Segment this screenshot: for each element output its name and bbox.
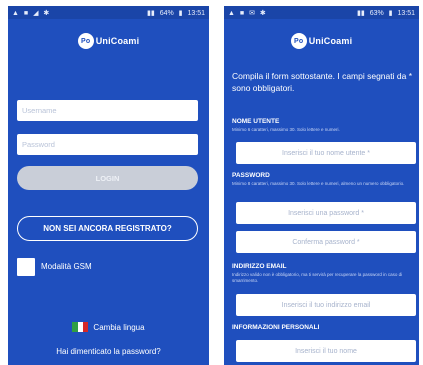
gsm-label: Modalità GSM bbox=[41, 262, 92, 271]
sim-icon: ◢ bbox=[33, 9, 39, 17]
bluetooth-icon: ✱ bbox=[43, 9, 50, 17]
bluetooth-icon: ✱ bbox=[259, 9, 266, 17]
reg-username-input[interactable]: Inserisci il tuo nome utente * bbox=[236, 142, 416, 164]
language-label: Cambia lingua bbox=[93, 322, 145, 332]
app-logo: Po UniCoami bbox=[224, 33, 419, 49]
status-bar: ▲ ■ ◢ ✱ ▮▮ 64% ▮ 13:51 bbox=[8, 6, 209, 19]
reg-password-input[interactable]: Inserisci una password * bbox=[236, 202, 416, 224]
signal-icon: ▮▮ bbox=[147, 9, 155, 17]
italian-flag-icon bbox=[72, 322, 89, 332]
login-screen: ▲ ■ ◢ ✱ ▮▮ 64% ▮ 13:51 Po UniCoami Usern… bbox=[8, 6, 209, 365]
notification-icon: ▲ bbox=[12, 9, 19, 17]
clock: 13:51 bbox=[397, 9, 415, 17]
logo-badge-icon: Po bbox=[290, 33, 307, 49]
username-input[interactable]: Username bbox=[17, 100, 198, 121]
signal-icon: ▮▮ bbox=[357, 9, 365, 17]
password-section-note: Minimo 8 caratteri, massimo 30. Solo let… bbox=[232, 181, 405, 186]
change-language-link[interactable]: Cambia lingua bbox=[8, 322, 209, 332]
reg-name-input[interactable]: Inserisci il tuo nome bbox=[236, 340, 416, 362]
username-section-title: NOME UTENTE bbox=[232, 118, 280, 125]
reg-confirm-password-input[interactable]: Conferma password * bbox=[236, 231, 416, 253]
logo-text: UniCoami bbox=[308, 36, 353, 46]
status-bar: ▲ ■ ✉ ✱ ▮▮ 63% ▮ 13:51 bbox=[224, 6, 419, 19]
mail-icon: ✉ bbox=[249, 9, 255, 17]
battery-level: 63% bbox=[369, 9, 384, 17]
login-button[interactable]: LOGIN bbox=[17, 166, 198, 190]
password-input[interactable]: Password bbox=[17, 134, 198, 155]
forgot-password-link[interactable]: Hai dimenticato la password? bbox=[8, 347, 209, 356]
gsm-checkbox[interactable] bbox=[17, 258, 35, 276]
clock: 13:51 bbox=[187, 9, 205, 17]
notification-icon: ▲ bbox=[228, 9, 235, 17]
form-intro: Compila il form sottostante. I campi seg… bbox=[232, 71, 412, 93]
registration-screen: ▲ ■ ✉ ✱ ▮▮ 63% ▮ 13:51 Po UniCoami Compi… bbox=[224, 6, 419, 365]
image-icon: ■ bbox=[239, 9, 245, 17]
battery-icon: ▮ bbox=[388, 9, 393, 17]
battery-level: 64% bbox=[159, 9, 174, 17]
personal-section-title: INFORMAZIONI PERSONALI bbox=[232, 324, 320, 331]
email-section-note: Indirizzo valido non è obbligatorio, ma … bbox=[232, 272, 403, 283]
image-icon: ■ bbox=[23, 9, 29, 17]
logo-text: UniCoami bbox=[95, 36, 140, 46]
reg-email-input[interactable]: Inserisci il tuo indirizzo email bbox=[236, 294, 416, 316]
battery-icon: ▮ bbox=[178, 9, 183, 17]
password-section-title: PASSWORD bbox=[232, 172, 270, 179]
logo-badge-icon: Po bbox=[77, 33, 94, 49]
register-button[interactable]: NON SEI ANCORA REGISTRATO? bbox=[17, 216, 198, 241]
app-logo: Po UniCoami bbox=[8, 33, 209, 49]
username-section-note: Minimo 6 caratteri, massimo 30. Solo let… bbox=[232, 127, 340, 132]
email-section-title: INDIRIZZO EMAIL bbox=[232, 263, 287, 270]
